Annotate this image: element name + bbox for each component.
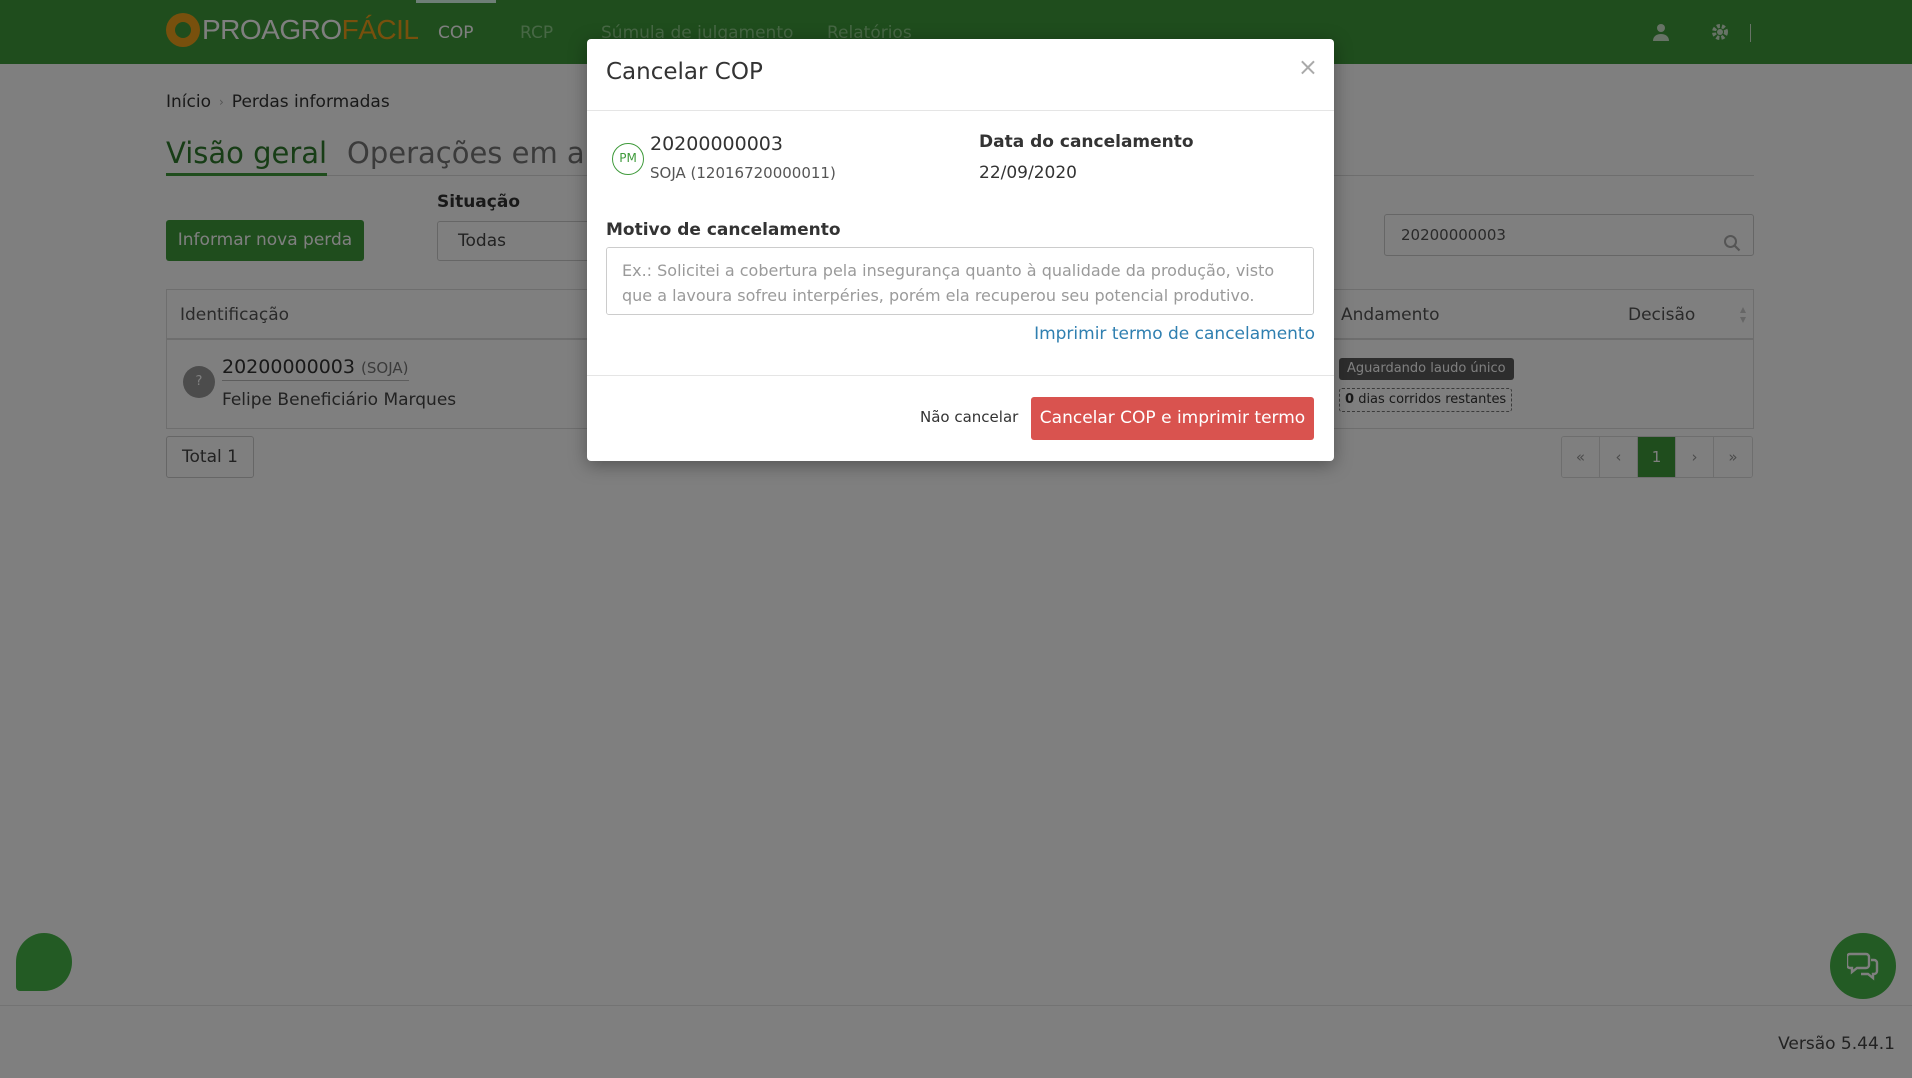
cancel-reason-label: Motivo de cancelamento [606,220,841,240]
modal-footer-divider [587,375,1334,376]
cop-crop-detail: SOJA (12016720000011) [650,164,836,182]
print-cancel-term-link[interactable]: Imprimir termo de cancelamento [1034,324,1315,344]
no-cancel-button[interactable]: Não cancelar [920,408,1018,426]
cancel-date-label: Data do cancelamento [979,132,1194,152]
close-icon[interactable]: × [1298,55,1318,79]
cancel-cop-modal: Cancelar COP × PM 20200000003 SOJA (1201… [587,39,1334,461]
confirm-cancel-cop-button[interactable]: Cancelar COP e imprimir termo [1031,397,1314,440]
cop-number: 20200000003 [650,133,783,155]
cancel-date-value: 22/09/2020 [979,163,1077,183]
modal-title: Cancelar COP [606,59,763,85]
cancel-reason-textarea[interactable] [606,247,1314,315]
modal-header: Cancelar COP × [587,39,1334,111]
beneficiary-avatar: PM [612,143,644,175]
